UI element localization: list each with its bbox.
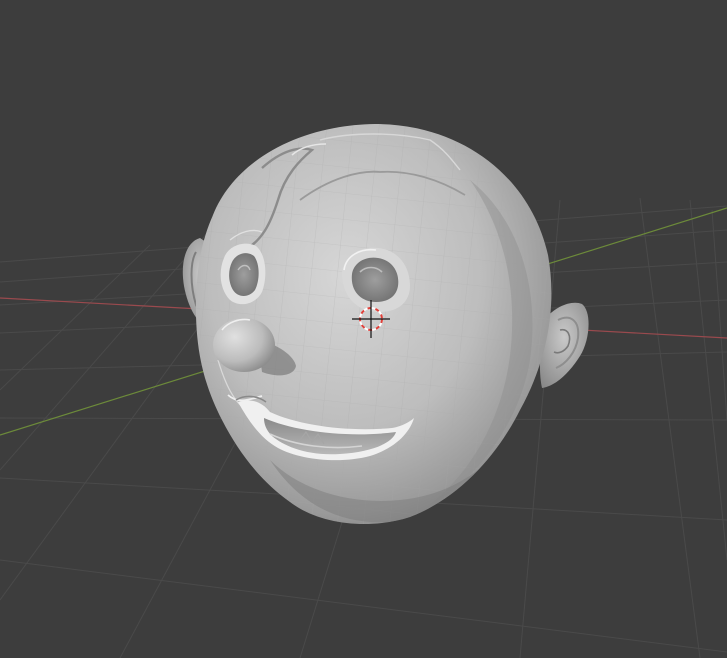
3d-viewport[interactable] [0,0,727,658]
viewport-canvas[interactable] [0,0,727,658]
left-eye-socket[interactable] [220,243,266,305]
